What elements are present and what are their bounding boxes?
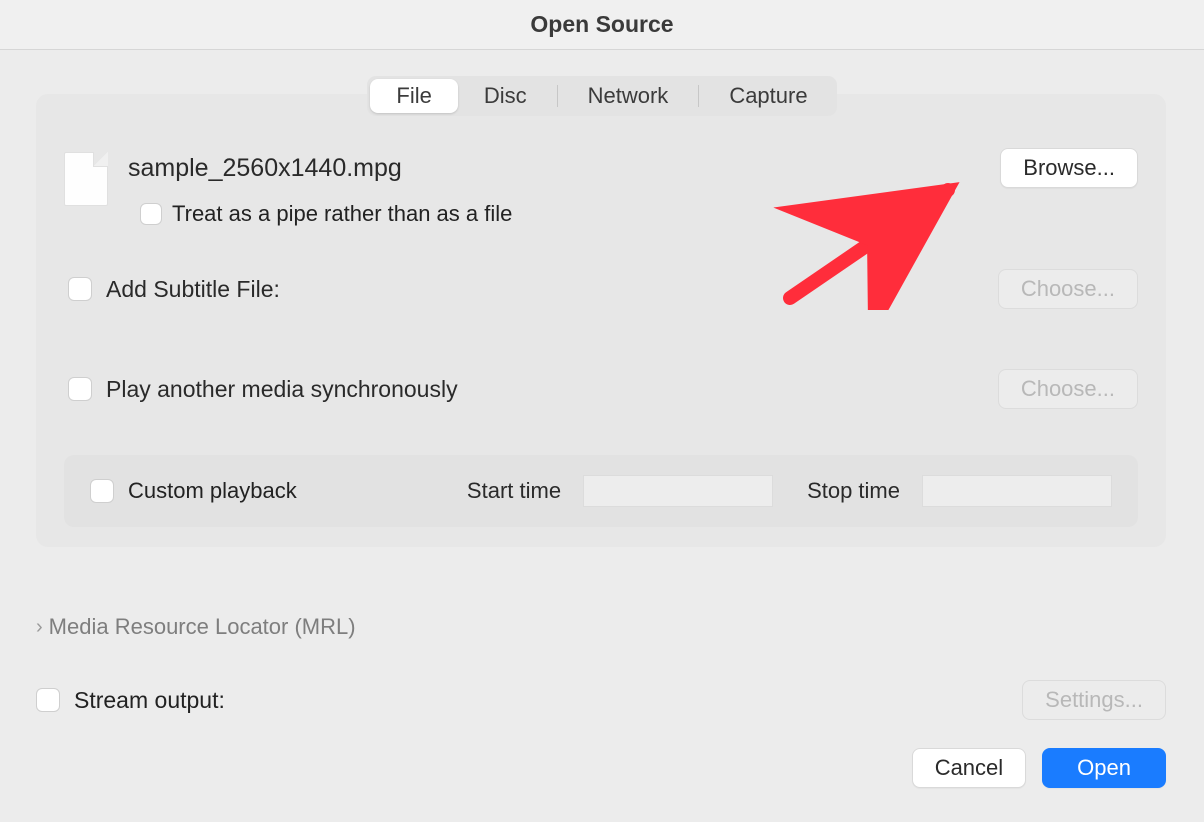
- start-time-label: Start time: [467, 478, 561, 504]
- sync-row: Play another media synchronously Choose.…: [64, 369, 1138, 409]
- browse-button[interactable]: Browse...: [1000, 148, 1138, 188]
- document-icon: [64, 152, 108, 206]
- subtitle-choose-button[interactable]: Choose...: [998, 269, 1138, 309]
- sync-label: Play another media synchronously: [106, 376, 984, 403]
- dialog-footer: Cancel Open: [912, 748, 1166, 788]
- mrl-disclosure[interactable]: › Media Resource Locator (MRL): [36, 614, 1166, 640]
- tab-file[interactable]: File: [370, 79, 457, 113]
- file-panel: sample_2560x1440.mpg Treat as a pipe rat…: [36, 94, 1166, 547]
- sync-choose-button[interactable]: Choose...: [998, 369, 1138, 409]
- pipe-label: Treat as a pipe rather than as a file: [172, 201, 512, 227]
- selected-file-row: sample_2560x1440.mpg Treat as a pipe rat…: [64, 148, 1138, 227]
- tabs-container: File Disc Network Capture: [0, 76, 1204, 116]
- tab-separator: [557, 85, 558, 107]
- custom-playback-panel: Custom playback Start time Stop time: [64, 455, 1138, 527]
- custom-playback-checkbox[interactable]: [90, 479, 114, 503]
- mrl-label: Media Resource Locator (MRL): [49, 614, 356, 640]
- stop-time-label: Stop time: [807, 478, 900, 504]
- subtitle-checkbox[interactable]: [68, 277, 92, 301]
- custom-playback-label: Custom playback: [128, 478, 297, 504]
- tab-separator: [698, 85, 699, 107]
- start-time-input[interactable]: [583, 475, 773, 507]
- pipe-option-row: Treat as a pipe rather than as a file: [140, 201, 980, 227]
- cancel-button[interactable]: Cancel: [912, 748, 1026, 788]
- selected-filename: sample_2560x1440.mpg: [128, 154, 980, 183]
- window-title: Open Source: [530, 11, 673, 38]
- titlebar: Open Source: [0, 0, 1204, 50]
- open-button[interactable]: Open: [1042, 748, 1166, 788]
- tab-network[interactable]: Network: [562, 79, 695, 113]
- stream-output-label: Stream output:: [74, 687, 1008, 714]
- file-info: sample_2560x1440.mpg Treat as a pipe rat…: [128, 148, 980, 227]
- tab-capture[interactable]: Capture: [703, 79, 833, 113]
- stream-output-row: Stream output: Settings...: [36, 680, 1166, 720]
- chevron-right-icon: ›: [36, 616, 43, 639]
- tab-disc[interactable]: Disc: [458, 79, 553, 113]
- sync-checkbox[interactable]: [68, 377, 92, 401]
- subtitle-label: Add Subtitle File:: [106, 276, 984, 303]
- stream-output-checkbox[interactable]: [36, 688, 60, 712]
- pipe-checkbox[interactable]: [140, 203, 162, 225]
- subtitle-row: Add Subtitle File: Choose...: [64, 269, 1138, 309]
- stream-settings-button[interactable]: Settings...: [1022, 680, 1166, 720]
- source-tabs: File Disc Network Capture: [367, 76, 836, 116]
- open-source-dialog: Open Source File Disc Network Capture sa…: [0, 0, 1204, 822]
- stop-time-input[interactable]: [922, 475, 1112, 507]
